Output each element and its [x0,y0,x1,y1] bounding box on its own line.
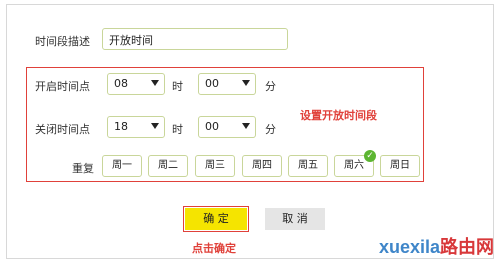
day-button-wed[interactable]: 周三 [195,155,235,177]
end-hour-unit: 时 [172,123,183,136]
watermark-cn: 路由网 [440,237,494,258]
start-minute-value: 00 [205,77,219,90]
end-minute-unit: 分 [265,123,276,136]
repeat-label: 重复 [72,162,94,175]
day-button-fri[interactable]: 周五 [288,155,328,177]
day-button-thu[interactable]: 周四 [242,155,282,177]
start-hour-select[interactable]: 08 [107,73,165,95]
ok-button[interactable]: 确 定 [183,206,249,232]
chevron-down-icon [151,80,159,86]
start-minute-unit: 分 [265,80,276,93]
end-minute-value: 00 [205,120,219,133]
start-minute-select[interactable]: 00 [198,73,256,95]
start-time-label: 开启时间点 [35,80,90,93]
start-hour-value: 08 [114,77,128,90]
day-button-mon[interactable]: 周一 [102,155,142,177]
chevron-down-icon [151,123,159,129]
check-icon: ✓ [364,150,376,162]
end-hour-value: 18 [114,120,128,133]
desc-label: 时间段描述 [35,35,90,48]
chevron-down-icon [242,80,250,86]
desc-input[interactable]: 开放时间 [102,28,288,50]
end-hour-select[interactable]: 18 [107,116,165,138]
day-button-tue[interactable]: 周二 [148,155,188,177]
watermark-en: xuexila [378,237,440,257]
end-time-label: 关闭时间点 [35,123,90,136]
set-period-annotation: 设置开放时间段 [300,109,377,122]
click-ok-annotation: 点击确定 [192,242,236,255]
site-watermark: xuexila路由网 [379,233,494,259]
cancel-button[interactable]: 取 消 [265,208,325,230]
end-minute-select[interactable]: 00 [198,116,256,138]
start-hour-unit: 时 [172,80,183,93]
chevron-down-icon [242,123,250,129]
day-button-sun[interactable]: 周日 [380,155,420,177]
